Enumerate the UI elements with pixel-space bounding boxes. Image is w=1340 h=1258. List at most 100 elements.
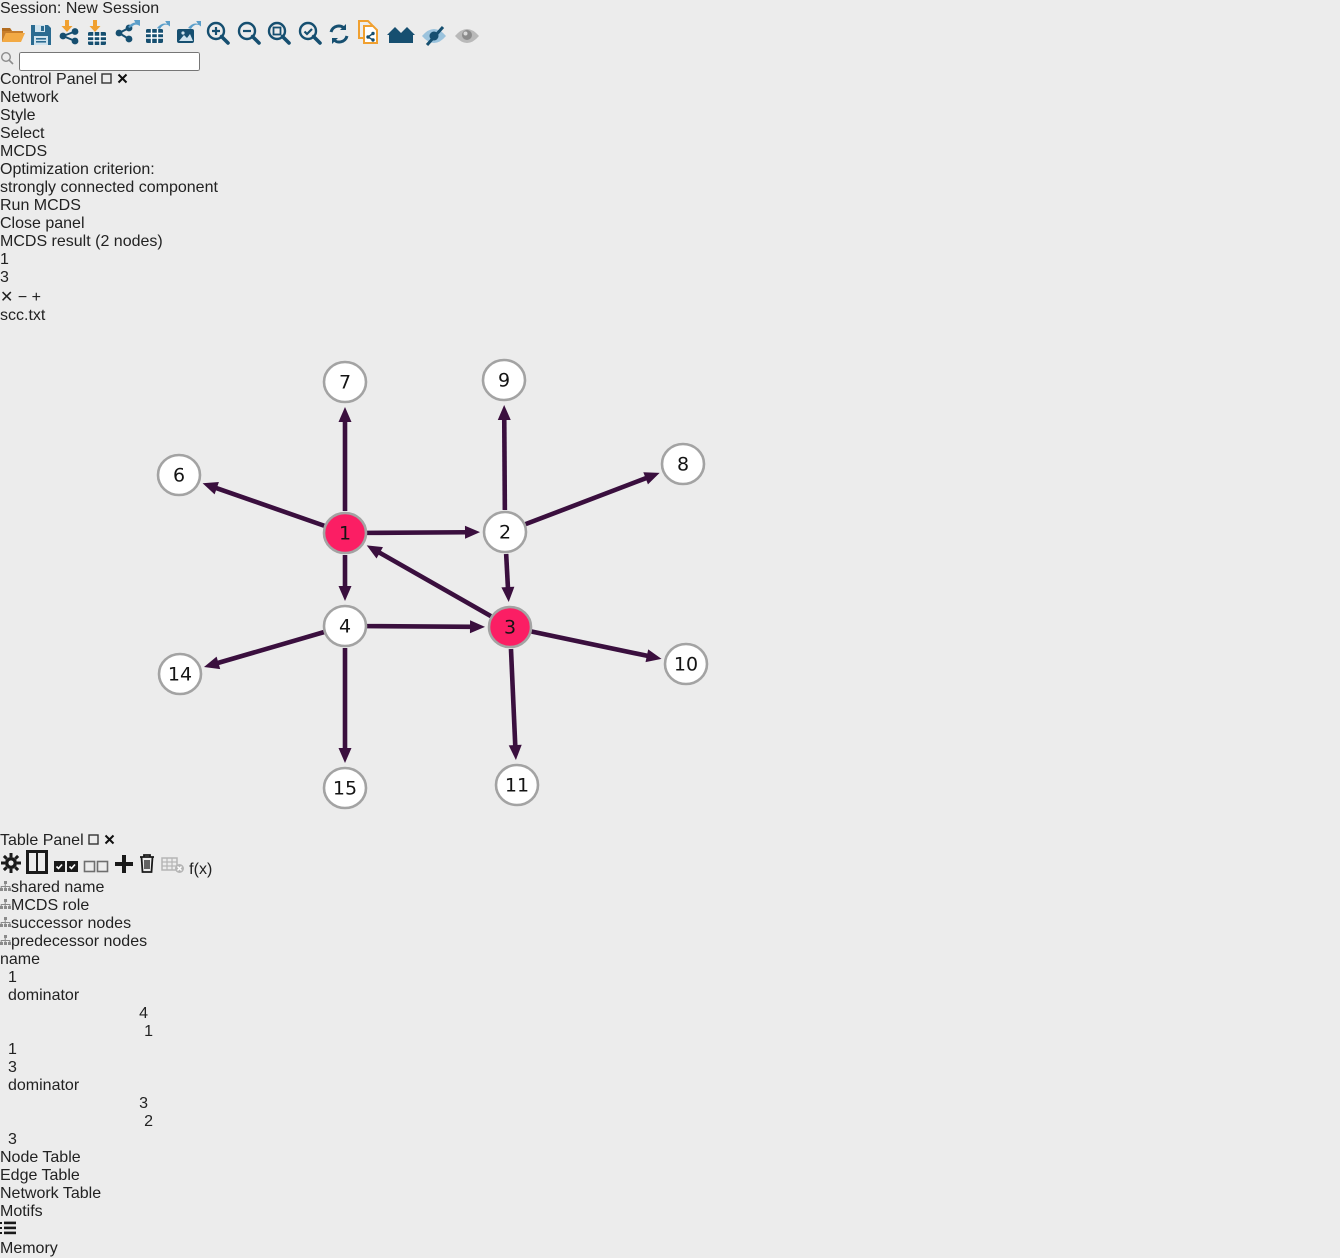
svg-text:9: 9 [498,370,510,392]
zoom-in-icon[interactable] [205,33,235,50]
cell-mcds-role[interactable]: dominator [0,1077,113,1095]
edge-2-8[interactable] [526,472,660,524]
run-mcds-button[interactable]: Run MCDS [0,197,1340,215]
edge-2-3[interactable] [501,554,514,602]
tab-edge-table[interactable]: Edge Table [0,1167,1340,1185]
node-1[interactable]: 1 [324,513,366,553]
column-header-predecessor-nodes[interactable]: predecessor nodes [0,933,165,951]
column-header-mcds-role[interactable]: MCDS role [0,897,113,915]
node-15[interactable]: 15 [324,768,366,808]
function-builder-icon[interactable]: f(x) [189,861,212,878]
mcds-result-line: 1 [0,251,1340,269]
gear-icon[interactable] [0,861,26,878]
cell-shared-name[interactable]: 3 [0,1059,137,1077]
zoom-fit-icon[interactable] [266,33,296,50]
close-network-icon[interactable]: ✕ [0,289,13,306]
edge-4-3[interactable] [367,620,485,633]
close-table-panel-icon[interactable] [104,832,115,849]
table-header-row[interactable]: shared nameMCDS rolesuccessor nodesprede… [0,879,1340,969]
node-6[interactable]: 6 [158,455,200,495]
tab-select[interactable]: Select [0,125,1340,143]
tab-network[interactable]: Network [0,89,1340,107]
cell-predecessor-nodes[interactable]: 2 [0,1113,165,1131]
select-all-icon[interactable] [53,861,83,878]
home-icon[interactable] [386,33,420,50]
zoom-selected-icon[interactable] [297,33,327,50]
cell-successor-nodes[interactable]: 4 [0,1005,160,1023]
network-canvas[interactable]: 7 9 6 8 1 2 4 3 14 10 15 11 [0,325,1340,832]
edge-3-11[interactable] [509,649,522,760]
delete-table-icon[interactable] [161,861,189,878]
search-input[interactable] [19,52,200,71]
clone-network-icon[interactable] [355,33,385,50]
cell-successor-nodes[interactable]: 3 [0,1095,160,1113]
edge-1-6[interactable] [203,482,325,526]
edge-2-9[interactable] [498,405,511,510]
optimization-criterion-label: Optimization criterion: [0,161,1340,179]
cell-predecessor-nodes[interactable]: 1 [0,1023,165,1041]
node-11[interactable]: 11 [496,765,538,805]
maximize-network-icon[interactable]: + [32,289,41,306]
mcds-result-text[interactable]: 13 [0,251,1340,287]
close-panel-icon[interactable] [117,71,128,88]
cell-name[interactable]: 1 [0,1041,85,1059]
tab-motifs[interactable]: Motifs [0,1203,1340,1221]
save-session-icon[interactable] [30,33,56,50]
task-history-button[interactable] [0,1221,1340,1240]
table-row[interactable]: 3dominator323 [0,1059,1340,1149]
node-2[interactable]: 2 [484,512,526,552]
float-panel-icon[interactable] [101,71,112,88]
optimization-criterion-select[interactable]: strongly connected component [0,179,1340,197]
column-header-successor-nodes[interactable]: successor nodes [0,915,160,933]
tab-node-table[interactable]: Node Table [0,1149,1340,1167]
node-3[interactable]: 3 [489,607,531,647]
node-9[interactable]: 9 [483,360,525,400]
deselect-all-icon[interactable] [83,861,113,878]
edge-1-4[interactable] [339,555,352,601]
edge-3-10[interactable] [532,632,662,663]
control-panel-tabs: NetworkStyleSelectMCDS [0,89,1340,161]
tab-network-table[interactable]: Network Table [0,1185,1340,1203]
edge-1-2[interactable] [367,526,480,539]
search-field[interactable] [0,51,1340,71]
node-10[interactable]: 10 [665,644,707,684]
optimization-criterion-value: strongly connected component [0,179,218,196]
edge-1-7[interactable] [339,407,352,511]
float-table-panel-icon[interactable] [88,832,99,849]
delete-icon[interactable] [138,861,160,878]
network-window-titlebar[interactable]: ✕ − + scc.txt [0,287,1340,325]
edge-4-15[interactable] [339,648,352,763]
import-network-icon[interactable] [57,33,85,50]
export-table-icon[interactable] [144,33,174,50]
edge-4-14[interactable] [204,632,324,669]
open-session-icon[interactable] [0,33,30,50]
tab-style[interactable]: Style [0,107,1340,125]
import-table-icon[interactable] [85,33,113,50]
columns-icon[interactable] [26,861,52,878]
show-all-icon[interactable] [453,33,481,50]
add-column-icon[interactable] [114,861,138,878]
cell-mcds-role[interactable]: dominator [0,987,113,1005]
node-4[interactable]: 4 [324,606,366,646]
table-panel: Table Panel [0,832,1340,1221]
memory-button[interactable]: Memory [0,1240,1340,1258]
edge-3-1[interactable] [367,545,491,616]
close-panel-button[interactable]: Close panel [0,215,1340,233]
export-network-icon[interactable] [114,33,144,50]
hide-selected-icon[interactable] [420,33,452,50]
zoom-out-icon[interactable] [236,33,266,50]
cell-name[interactable]: 3 [0,1131,85,1149]
table-panel-title: Table Panel [0,832,84,849]
column-header-shared-name[interactable]: shared name [0,879,137,897]
cell-shared-name[interactable]: 1 [0,969,137,987]
tab-mcds[interactable]: MCDS [0,143,1340,161]
column-header-name[interactable]: name [0,951,85,969]
node-8[interactable]: 8 [662,444,704,484]
table-row[interactable]: 1dominator411 [0,969,1340,1059]
export-image-icon[interactable] [175,33,205,50]
mcds-result-group: MCDS result (2 nodes) 13 [0,233,1340,287]
node-14[interactable]: 14 [159,654,201,694]
minimize-network-icon[interactable]: − [18,289,27,306]
refresh-icon[interactable] [327,33,355,50]
node-7[interactable]: 7 [324,362,366,402]
